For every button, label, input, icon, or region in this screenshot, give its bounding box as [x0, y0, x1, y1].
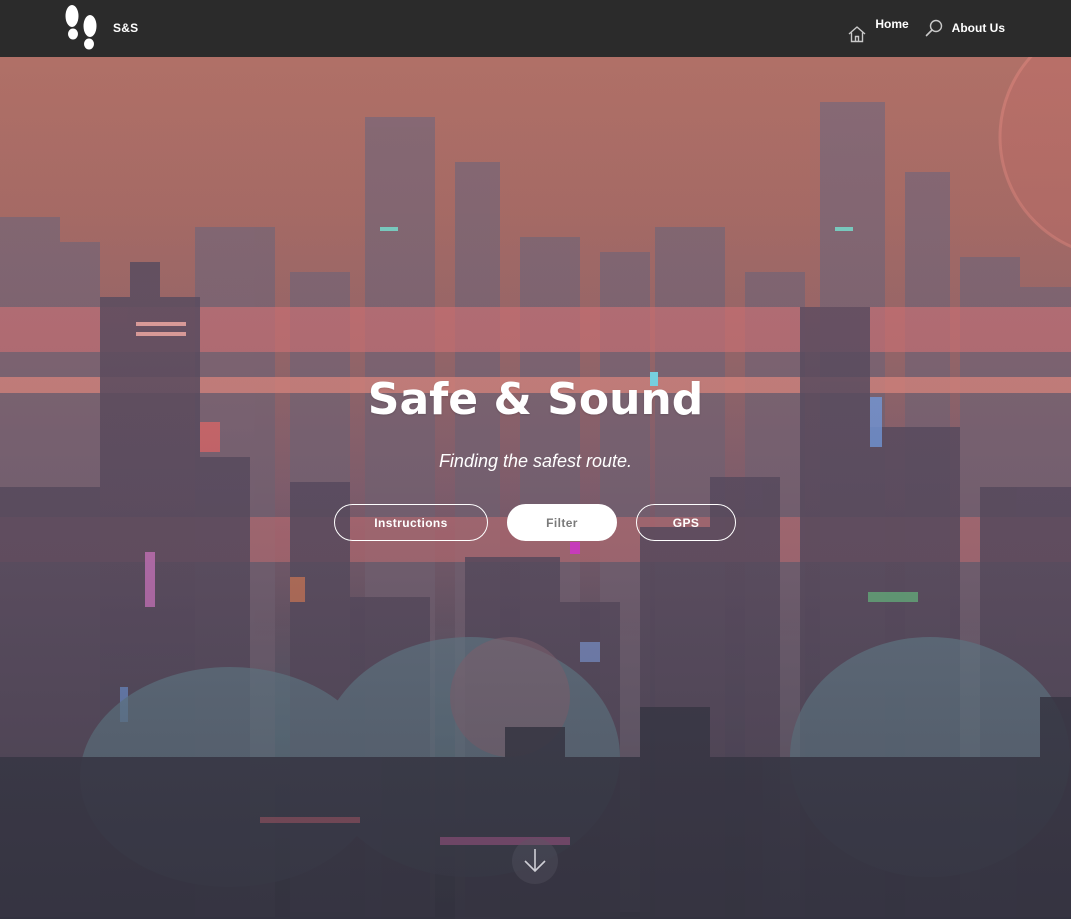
main-nav: Home About Us	[847, 0, 1005, 57]
scroll-down-button[interactable]	[512, 838, 558, 884]
home-icon	[848, 26, 866, 43]
hero-button-row: Instructions Filter GPS	[0, 504, 1071, 542]
hero-overlay	[0, 57, 1071, 919]
brand-link[interactable]: S&S	[62, 4, 138, 52]
search-icon	[925, 19, 942, 37]
gps-button[interactable]: GPS	[636, 504, 736, 541]
top-navbar: S&S Home About Us	[0, 0, 1071, 57]
arrow-down-icon	[524, 849, 546, 873]
nav-item-home[interactable]: Home	[847, 16, 909, 44]
hero-subtitle: Finding the safest route.	[438, 451, 633, 471]
footprints-icon	[65, 5, 97, 50]
nav-item-about-us-label: About Us	[951, 21, 1005, 35]
instructions-button[interactable]: Instructions	[334, 504, 488, 541]
nav-item-about-us[interactable]: About Us	[924, 18, 1005, 38]
brand-name: S&S	[113, 21, 139, 35]
hero-title: Safe & Sound	[367, 374, 704, 425]
nav-item-home-label: Home	[875, 17, 909, 31]
filter-button[interactable]: Filter	[507, 504, 617, 541]
hero-section: Safe & Sound Finding the safest route. I…	[0, 57, 1071, 919]
